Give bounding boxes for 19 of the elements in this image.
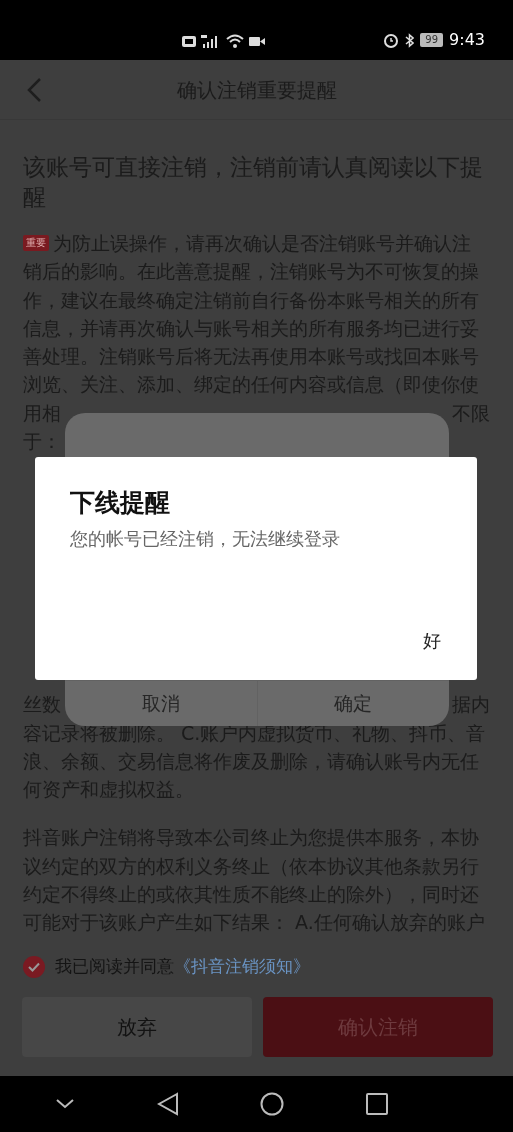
dialog-title: 下线提醒 bbox=[70, 487, 170, 519]
battery-indicator: 99 bbox=[420, 33, 444, 47]
ok-button[interactable]: 确定 bbox=[256, 681, 449, 726]
wifi-icon bbox=[226, 34, 244, 48]
check-icon bbox=[28, 961, 40, 972]
back-nav-icon[interactable] bbox=[156, 1092, 179, 1116]
video-icon bbox=[249, 35, 265, 47]
bluetooth-icon bbox=[405, 32, 415, 48]
important-badge: 重要 bbox=[23, 235, 49, 252]
terms-link[interactable]: 《抖音注销须知》 bbox=[174, 956, 310, 976]
recents-icon[interactable] bbox=[365, 1093, 388, 1115]
cancel-button[interactable]: 取消 bbox=[65, 681, 257, 726]
chevron-down-icon[interactable] bbox=[55, 1098, 75, 1110]
clock-time: 9:43 bbox=[449, 32, 485, 48]
dialog-message: 您的帐号已经注销，无法继续登录 bbox=[70, 527, 340, 551]
home-icon[interactable] bbox=[260, 1092, 285, 1116]
agree-checkbox[interactable] bbox=[23, 955, 45, 978]
ok-button[interactable]: 好 bbox=[417, 625, 447, 656]
alarm-icon bbox=[383, 32, 400, 48]
